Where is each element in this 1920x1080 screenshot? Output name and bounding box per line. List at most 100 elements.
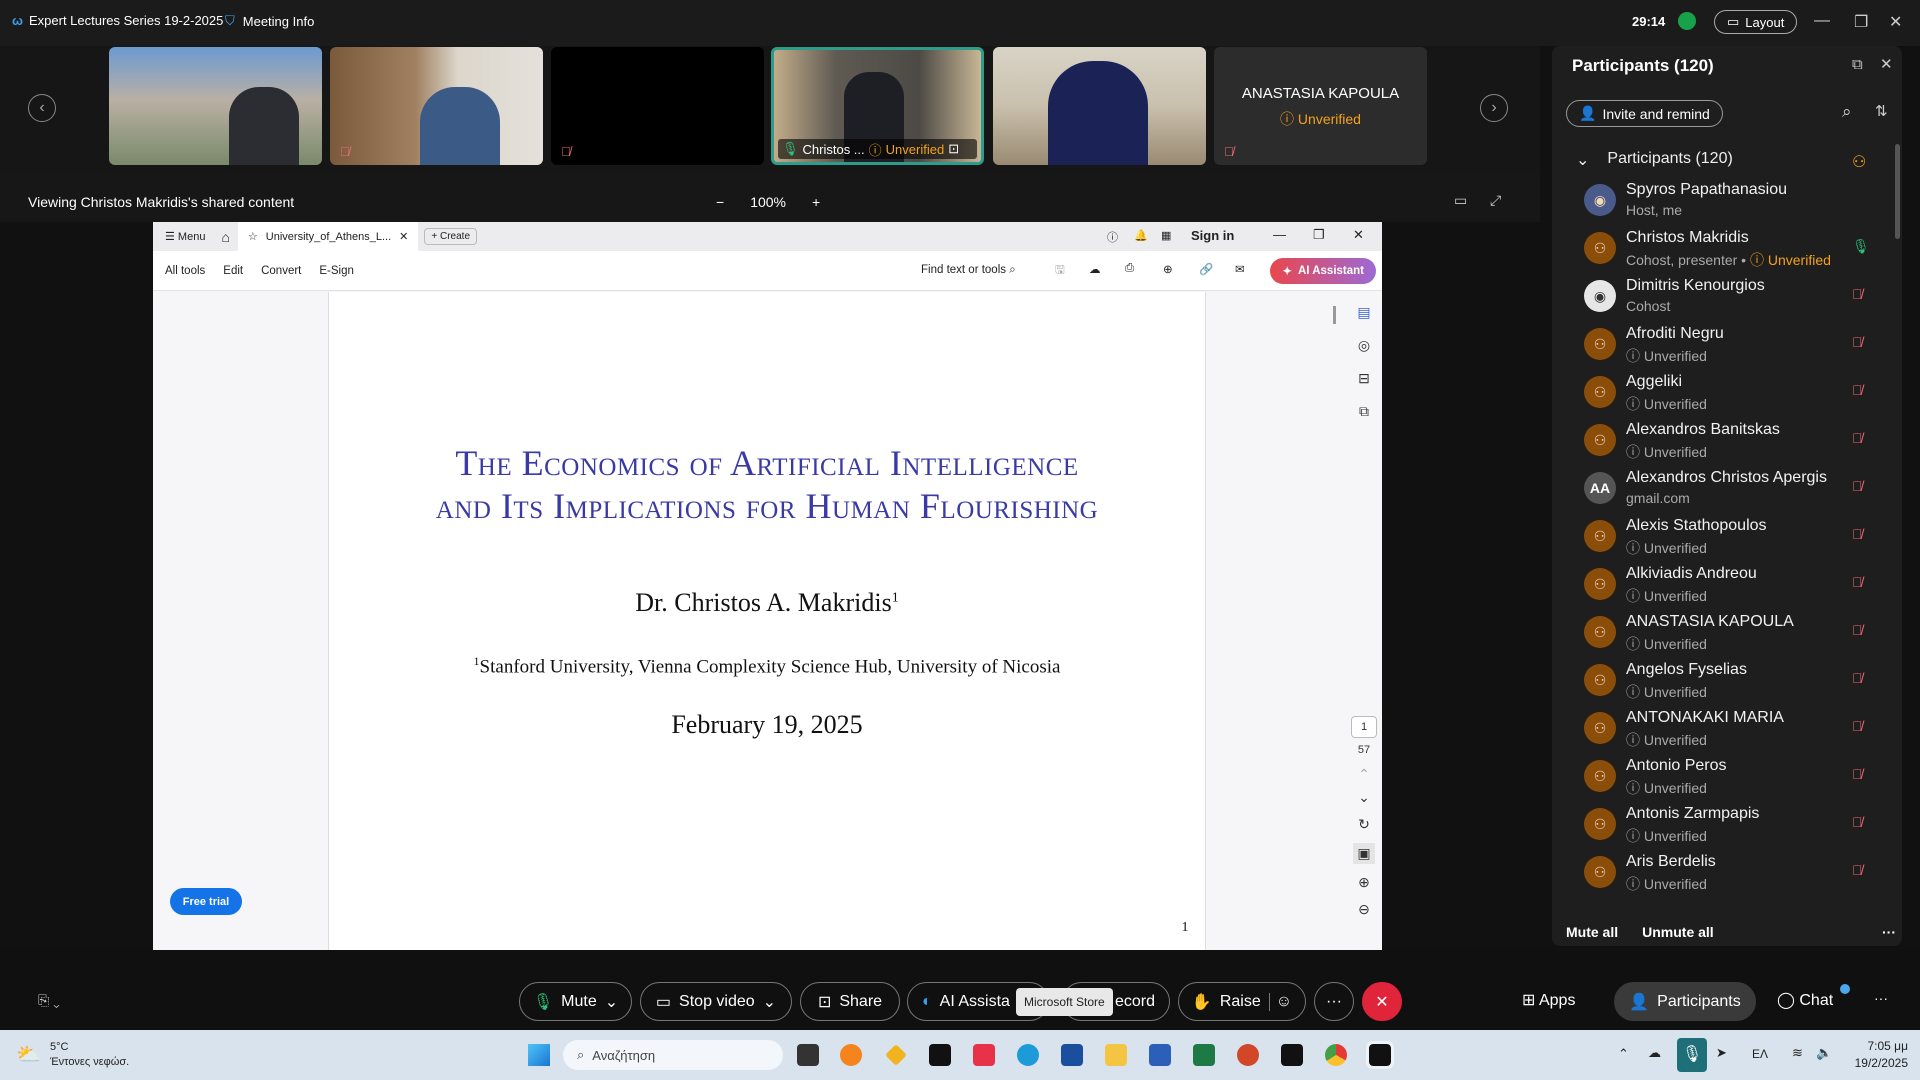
input-language[interactable]: ΕΛ (1752, 1047, 1768, 1061)
strip-next-button[interactable]: › (1480, 94, 1508, 122)
network-quality-icon[interactable] (1678, 12, 1696, 30)
excel-icon[interactable] (1193, 1044, 1215, 1066)
more-options-icon[interactable]: ··· (1874, 990, 1888, 1006)
sign-in-link[interactable]: Sign in (1191, 228, 1234, 243)
word-icon[interactable] (1149, 1044, 1171, 1066)
mic-muted-icon[interactable]: 🎙̸ (1852, 622, 1863, 638)
video-tile[interactable]: ANASTASIA KAPOULA ⓘ Unverified 🎙̸ (1214, 47, 1427, 165)
free-trial-button[interactable]: Free trial (170, 888, 242, 915)
document-tab[interactable]: ☆ University_of_Athens_L... ✕ (237, 222, 419, 251)
mic-muted-icon[interactable]: 🎙̸ (1852, 574, 1863, 590)
zoom-out-icon[interactable]: ⊖ (1358, 901, 1370, 918)
close-panel-icon[interactable]: ✕ (1880, 55, 1893, 73)
close-tab-icon[interactable]: ✕ (399, 230, 408, 243)
video-tile-active-speaker[interactable]: 🎙 Christos ... ⓘ Unverified ⊡ (771, 47, 984, 165)
star-icon[interactable]: ☆ (248, 230, 258, 243)
tool-all-tools[interactable]: All tools (165, 265, 205, 277)
end-meeting-button[interactable]: ✕ (1362, 982, 1402, 1021)
participant-row[interactable]: ⚇ Afroditi Negru ⓘ Unverified 🎙̸ (1552, 320, 1892, 368)
mic-muted-icon[interactable]: 🎙̸ (1852, 766, 1863, 782)
unmute-all-button[interactable]: Unmute all (1642, 924, 1714, 940)
mute-button[interactable]: 🎙 Mute ⌄ (519, 982, 632, 1021)
meeting-info-button[interactable]: ⛉ Meeting Info (225, 13, 314, 29)
clock-time[interactable]: 7:05 μμ (1848, 1039, 1908, 1053)
zoom-in-icon[interactable]: ⊕ (1358, 874, 1370, 891)
edge-icon[interactable] (1017, 1044, 1039, 1066)
comment-icon[interactable]: ◎ (1358, 337, 1370, 354)
fit-page-icon[interactable]: ▣ (1353, 843, 1375, 864)
participant-row[interactable]: ⚇ Alexis Stathopoulos ⓘ Unverified 🎙̸ (1552, 512, 1892, 560)
close-window-button[interactable]: ✕ (1889, 12, 1902, 32)
menu-button[interactable]: ☰ Menu (165, 230, 205, 243)
mute-all-button[interactable]: Mute all (1566, 924, 1618, 940)
page-number-input[interactable]: 1 (1351, 716, 1377, 738)
mic-muted-icon[interactable]: 🎙̸ (1852, 718, 1863, 734)
mic-muted-icon[interactable]: 🎙̸ (1852, 286, 1863, 302)
share-user-icon[interactable]: ⊕ (1163, 262, 1173, 276)
taskbar-search[interactable]: ⌕ Αναζήτηση (563, 1040, 783, 1070)
participant-row[interactable]: ⚇ Aggeliki ⓘ Unverified 🎙̸ (1552, 368, 1892, 416)
app-icon[interactable] (885, 1044, 907, 1066)
link-icon[interactable]: 🔗 (1199, 262, 1213, 276)
create-button[interactable]: + Create (424, 228, 478, 245)
participants-button[interactable]: 👤 Participants (1614, 982, 1756, 1021)
popout-icon[interactable]: ⧉ (1852, 56, 1863, 73)
pages-icon[interactable]: ⧉ (1359, 403, 1369, 420)
tradingview-icon[interactable] (929, 1044, 951, 1066)
upload-cloud-icon[interactable]: ☁ (1089, 262, 1101, 276)
panel-scrollbar[interactable] (1895, 144, 1900, 239)
rotate-icon[interactable]: ↻ (1358, 816, 1370, 833)
participant-row[interactable]: ⚇ Alexandros Banitskas ⓘ Unverified 🎙̸ (1552, 416, 1892, 464)
mic-muted-icon[interactable]: 🎙̸ (1852, 526, 1863, 542)
captions-button[interactable]: ⎘ ⌄ (38, 992, 60, 1009)
apps-grid-icon[interactable]: ▦ (1161, 229, 1171, 242)
strip-prev-button[interactable]: ‹ (28, 94, 56, 122)
participant-row[interactable]: ⚇ Christos Makridis Cohost, presenter • ⓘ … (1552, 224, 1892, 272)
ai-assistant-button[interactable]: ✦ AI Assistant (1270, 258, 1376, 284)
minimize-button[interactable]: — (1814, 12, 1830, 30)
mic-muted-icon[interactable]: 🎙̸ (1852, 334, 1863, 350)
show-hidden-icons[interactable]: ⌃ (1618, 1046, 1629, 1062)
participant-row[interactable]: ⚇ Antonio Peros ⓘ Unverified 🎙̸ (1552, 752, 1892, 800)
participant-row[interactable]: ◉ Dimitris Kenourgios Cohost 🎙̸ (1552, 272, 1892, 320)
home-icon[interactable]: ⌂ (221, 229, 229, 245)
mic-muted-icon[interactable]: 🎙̸ (1852, 814, 1863, 830)
wifi-icon[interactable]: ≋ (1792, 1045, 1803, 1061)
mic-muted-icon[interactable]: 🎙̸ (1852, 862, 1863, 878)
powerpoint-icon[interactable] (1237, 1044, 1259, 1066)
page-down-icon[interactable]: ⌄ (1358, 789, 1370, 806)
webex-icon[interactable] (1281, 1044, 1303, 1066)
task-view-icon[interactable] (797, 1044, 819, 1066)
find-text-input[interactable]: Find text or tools ⌕ (921, 264, 1016, 277)
mic-muted-icon[interactable]: 🎙̸ (1852, 478, 1863, 494)
invite-and-remind-button[interactable]: 👤 Invite and remind (1566, 100, 1723, 127)
participant-row[interactable]: AA Alexandros Christos Apergis gmail.com 🎙̸ (1552, 464, 1892, 512)
share-button[interactable]: ⊡ Share (800, 982, 900, 1021)
participant-row[interactable]: ⚇ Aris Berdelis ⓘ Unverified 🎙̸ (1552, 848, 1892, 896)
print-icon[interactable]: ⎙ (1125, 262, 1134, 275)
weather-icon[interactable]: ⛅ (16, 1042, 41, 1067)
zoom-in-button[interactable]: + (812, 194, 820, 210)
help-icon[interactable]: ⓘ (1107, 229, 1118, 245)
onedrive-icon[interactable]: ☁ (1648, 1045, 1661, 1061)
layout-button[interactable]: ▭ Layout (1714, 10, 1798, 34)
apps-button[interactable]: ⊞ Apps (1522, 990, 1575, 1010)
waiting-icon[interactable]: ⚇ (1852, 152, 1866, 172)
acro-restore[interactable]: ❐ (1313, 227, 1325, 243)
acro-minimize[interactable]: — (1273, 227, 1286, 242)
mic-muted-icon[interactable]: 🎙̸ (1852, 670, 1863, 686)
stop-video-button[interactable]: ▭ Stop video ⌄ (640, 982, 792, 1021)
bell-icon[interactable]: 🔔 (1134, 229, 1148, 242)
participant-row[interactable]: ◉ Spyros Papathanasiou Host, me (1552, 176, 1892, 224)
acro-close[interactable]: ✕ (1353, 227, 1364, 243)
video-tile[interactable] (109, 47, 322, 165)
firefox-icon[interactable] (840, 1044, 862, 1066)
restore-button[interactable]: ❐ (1854, 12, 1868, 32)
video-tile[interactable]: 🎙̸ (330, 47, 543, 165)
reactions-icon[interactable]: ☺ (1268, 992, 1292, 1011)
location-icon[interactable]: ➤ (1716, 1045, 1727, 1061)
tool-edit[interactable]: Edit (223, 265, 243, 277)
volume-icon[interactable]: 🔈 (1816, 1045, 1832, 1061)
search-icon[interactable]: ⌕ (1842, 102, 1852, 122)
participant-row[interactable]: ⚇ Angelos Fyselias ⓘ Unverified 🎙̸ (1552, 656, 1892, 704)
